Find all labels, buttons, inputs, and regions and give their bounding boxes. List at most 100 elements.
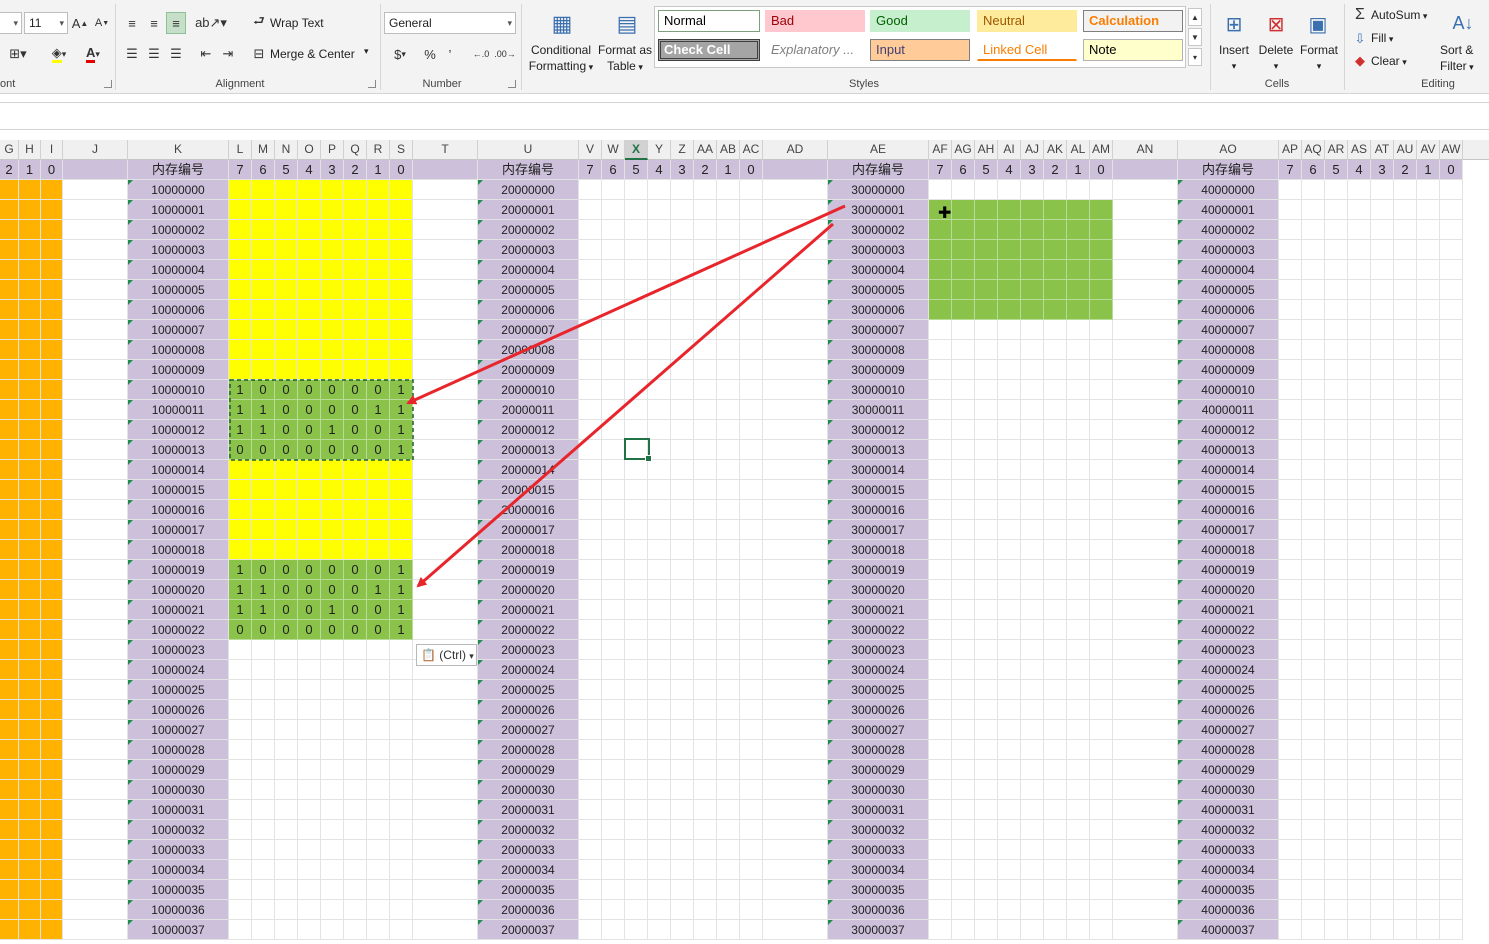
orange-cell[interactable] <box>0 240 19 260</box>
bit-cell[interactable] <box>671 620 694 640</box>
bit-cell[interactable] <box>740 340 763 360</box>
number-dialog-launcher[interactable] <box>508 80 516 88</box>
green-empty-cell[interactable] <box>952 240 975 260</box>
bit-cell[interactable] <box>344 740 367 760</box>
bit-cell[interactable] <box>717 400 740 420</box>
cell[interactable] <box>763 200 828 220</box>
memory-id-cell[interactable]: 30000018 <box>828 540 929 560</box>
bit-cell[interactable] <box>252 840 275 860</box>
bit-cell[interactable] <box>298 680 321 700</box>
bit-cell[interactable] <box>1440 880 1463 900</box>
bit-cell[interactable] <box>1325 460 1348 480</box>
bit-cell[interactable] <box>671 860 694 880</box>
cell[interactable] <box>63 900 128 920</box>
bit-cell[interactable] <box>998 540 1021 560</box>
bit-cell[interactable] <box>1325 600 1348 620</box>
bit-cell[interactable] <box>229 240 252 260</box>
gallery-scroll-up-icon[interactable]: ▲ <box>1188 8 1202 26</box>
green-empty-cell[interactable] <box>952 260 975 280</box>
bit-cell[interactable] <box>1348 700 1371 720</box>
green-empty-cell[interactable] <box>952 280 975 300</box>
bit-cell[interactable] <box>952 820 975 840</box>
bit-cell[interactable] <box>275 680 298 700</box>
bit-cell[interactable] <box>252 360 275 380</box>
memory-id-cell[interactable]: 10000037 <box>128 920 229 940</box>
green-empty-cell[interactable] <box>998 260 1021 280</box>
increase-indent-icon[interactable]: ⇥ <box>218 44 238 64</box>
bit-cell[interactable] <box>625 660 648 680</box>
bit-cell[interactable] <box>321 740 344 760</box>
bit-cell[interactable] <box>1044 820 1067 840</box>
memory-id-cell[interactable]: 20000031 <box>478 800 579 820</box>
bit-cell[interactable] <box>648 860 671 880</box>
cell[interactable] <box>1113 640 1178 660</box>
bit-cell[interactable] <box>602 640 625 660</box>
bit-cell[interactable] <box>298 840 321 860</box>
bit-cell[interactable] <box>952 360 975 380</box>
bit-cell[interactable] <box>717 520 740 540</box>
cell[interactable] <box>763 520 828 540</box>
pasted-bit-cell[interactable]: 0 <box>344 400 367 420</box>
cell[interactable] <box>1113 440 1178 460</box>
bit-cell[interactable] <box>1044 320 1067 340</box>
bit-cell[interactable] <box>298 480 321 500</box>
bit-cell[interactable] <box>1394 720 1417 740</box>
bit-cell[interactable] <box>252 500 275 520</box>
bit-cell[interactable] <box>1348 880 1371 900</box>
bit-cell[interactable] <box>1371 920 1394 940</box>
bit-cell[interactable] <box>671 740 694 760</box>
bit-cell[interactable] <box>344 860 367 880</box>
bit-cell[interactable] <box>229 900 252 920</box>
bit-cell[interactable] <box>1279 900 1302 920</box>
bit-cell[interactable] <box>275 800 298 820</box>
bit-cell[interactable] <box>1279 780 1302 800</box>
bit-cell[interactable] <box>229 500 252 520</box>
memory-id-cell[interactable]: 10000022 <box>128 620 229 640</box>
bit-cell[interactable] <box>1348 740 1371 760</box>
pasted-bit-cell[interactable]: 0 <box>229 440 252 460</box>
bit-cell[interactable] <box>998 460 1021 480</box>
bit-cell[interactable] <box>1371 300 1394 320</box>
orange-cell[interactable] <box>41 920 63 940</box>
bit-cell[interactable] <box>1090 660 1113 680</box>
bit-cell[interactable] <box>1090 680 1113 700</box>
memory-id-cell[interactable]: 10000031 <box>128 800 229 820</box>
bit-cell[interactable] <box>367 640 390 660</box>
cell[interactable] <box>413 820 478 840</box>
bit-cell[interactable] <box>321 220 344 240</box>
bit-cell[interactable] <box>740 240 763 260</box>
col-header-ad[interactable]: AD <box>763 140 828 160</box>
bit-cell[interactable] <box>602 760 625 780</box>
bit-cell[interactable] <box>1090 340 1113 360</box>
pasted-bit-cell[interactable]: 0 <box>275 420 298 440</box>
bit-cell[interactable] <box>1440 800 1463 820</box>
bit-cell[interactable] <box>1417 800 1440 820</box>
memory-id-cell[interactable]: 20000027 <box>478 720 579 740</box>
memory-id-cell[interactable]: 10000000 <box>128 180 229 200</box>
memory-id-cell[interactable]: 40000030 <box>1178 780 1279 800</box>
memory-id-cell[interactable]: 10000003 <box>128 240 229 260</box>
orange-cell[interactable] <box>19 740 41 760</box>
bit-cell[interactable] <box>975 840 998 860</box>
bit-cell[interactable] <box>1325 660 1348 680</box>
cell[interactable] <box>763 500 828 520</box>
bit-cell[interactable] <box>1394 180 1417 200</box>
bit-cell[interactable] <box>671 400 694 420</box>
bit-cell[interactable] <box>1394 640 1417 660</box>
orange-cell[interactable] <box>0 620 19 640</box>
cell[interactable] <box>763 360 828 380</box>
col-header-al[interactable]: AL <box>1067 140 1090 160</box>
orange-cell[interactable] <box>41 760 63 780</box>
col-header-ae[interactable]: AE <box>828 140 929 160</box>
bit-cell[interactable] <box>1348 920 1371 940</box>
bit-cell[interactable] <box>998 800 1021 820</box>
cell[interactable] <box>63 400 128 420</box>
bit-cell[interactable] <box>1325 480 1348 500</box>
pasted-bit-cell[interactable]: 1 <box>390 420 413 440</box>
bit-cell[interactable] <box>252 780 275 800</box>
memory-id-cell[interactable]: 10000025 <box>128 680 229 700</box>
bit-cell[interactable] <box>975 740 998 760</box>
clear-icon[interactable]: ◆ <box>1352 52 1368 70</box>
col-header-aq[interactable]: AQ <box>1302 140 1325 160</box>
green-empty-cell[interactable] <box>1067 220 1090 240</box>
